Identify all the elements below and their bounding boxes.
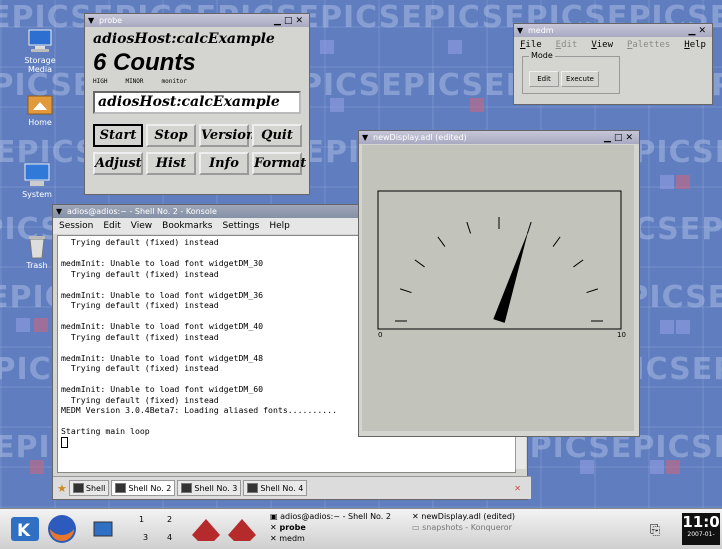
desktop-icon-system[interactable]: System [12, 162, 62, 199]
clipboard-icon[interactable]: ⎘ [650, 523, 660, 538]
version-button[interactable]: Version [199, 124, 255, 147]
menu-help[interactable]: Help [269, 218, 290, 234]
tab-shell[interactable]: Shell [68, 480, 110, 496]
meter-widget[interactable]: 0 10 [362, 145, 634, 431]
window-title: adios@adios:~ - Shell No. 2 - Konsole [67, 207, 217, 216]
clock[interactable]: 11:0 2007-01- [682, 513, 720, 545]
desktop-1: 1 [139, 515, 145, 524]
pv-value-display: 6 Counts [93, 49, 196, 76]
window-controls[interactable]: ▁□✕ [274, 15, 306, 28]
desktop-icon-label: System [22, 190, 52, 199]
terminal-line [61, 436, 512, 451]
home-icon[interactable] [92, 519, 114, 542]
home-folder-icon [25, 90, 55, 116]
menu-session[interactable]: Session [59, 218, 93, 234]
konsole-tabbar: ★ Shell Shell No. 2 Shell No. 3 Shell No… [53, 476, 531, 499]
taskbar: K 1 2 3 4 ▣ adios@adios:~ - Shell No. 2 … [0, 508, 722, 549]
desktop-4: 4 [167, 533, 173, 542]
task-konqueror[interactable]: ▭ snapshots - Konqueror [412, 523, 512, 533]
tab-shell-3[interactable]: Shell No. 3 [177, 480, 242, 496]
window-menu-icon[interactable]: ▼ [517, 24, 523, 37]
menu-palettes[interactable]: Palettes [627, 40, 670, 50]
newdisplay-window[interactable]: ▼ newDisplay.adl (edited) ▁□✕ 0 10 [358, 130, 640, 437]
display-canvas: 0 10 [362, 145, 634, 431]
mode-group: Mode Edit Execute [522, 51, 620, 94]
quit-button[interactable]: Quit [252, 124, 302, 147]
execute-mode-button[interactable]: Execute [561, 71, 599, 87]
new-session-icon[interactable]: ★ [57, 482, 67, 495]
desktop-icon-label: Home [28, 118, 52, 127]
probe-titlebar[interactable]: ▼ probe ▁□✕ [85, 14, 309, 27]
menu-help[interactable]: Help [684, 40, 706, 50]
meter-min-label: 0 [378, 331, 382, 339]
medm-window[interactable]: ▼ medm ▁✕ File Edit View Palettes Help M… [513, 23, 713, 105]
newdisplay-titlebar[interactable]: ▼ newDisplay.adl (edited) ▁□✕ [359, 131, 639, 144]
window-controls[interactable]: ▁✕ [689, 25, 709, 38]
task-medm[interactable]: ✕ medm [270, 534, 305, 544]
window-menu-icon[interactable]: ▼ [88, 14, 94, 27]
clock-time: 11:0 [682, 513, 720, 531]
window-menu-icon[interactable]: ▼ [362, 131, 368, 144]
menu-edit[interactable]: Edit [103, 218, 120, 234]
terminal-icon [115, 483, 127, 493]
desktop-icon-storage-media[interactable]: Storage Media [15, 28, 65, 74]
task-probe[interactable]: ✕ probe [270, 523, 306, 533]
x-icon: ✕ [270, 534, 280, 543]
hist-button[interactable]: Hist [146, 152, 196, 175]
desktop-icon-label: Storage Media [24, 56, 56, 74]
folder-icon: ▭ [412, 523, 423, 532]
stop-button[interactable]: Stop [146, 124, 196, 147]
menu-view[interactable]: View [131, 218, 152, 234]
edit-mode-button[interactable]: Edit [529, 71, 559, 87]
high-limit-label: HIGH [93, 78, 108, 85]
window-title: medm [528, 26, 554, 35]
svg-text:K: K [17, 521, 31, 541]
kde-menu-icon[interactable]: K [10, 515, 40, 546]
firefox-icon[interactable] [46, 513, 78, 548]
x-icon: ✕ [412, 512, 422, 521]
task-konsole[interactable]: ▣ adios@adios:~ - Shell No. 2 [270, 512, 391, 522]
terminal-icon [247, 483, 259, 493]
terminal-icon [72, 483, 84, 493]
desktop-icon-home[interactable]: Home [15, 90, 65, 127]
desktop-pager[interactable]: 1 2 3 4 [133, 511, 183, 547]
app-icon[interactable] [190, 515, 222, 544]
pv-name-input[interactable]: adiosHost:calcExample [93, 91, 301, 114]
desktop-2: 2 [167, 515, 173, 524]
desktop-3: 3 [143, 533, 149, 542]
trash-icon [22, 233, 52, 259]
menu-bookmarks[interactable]: Bookmarks [162, 218, 212, 234]
storage-media-icon [25, 28, 55, 54]
close-tab-icon[interactable]: ✕ [514, 484, 521, 493]
app-icon[interactable] [226, 515, 258, 544]
adjust-button[interactable]: Adjust [93, 152, 143, 175]
clock-date: 2007-01- [687, 531, 715, 538]
medm-titlebar[interactable]: ▼ medm ▁✕ [514, 24, 712, 37]
pv-name-label: adiosHost:calcExample [93, 31, 275, 47]
window-title: newDisplay.adl (edited) [373, 133, 467, 142]
terminal-icon [181, 483, 193, 493]
meter-max-label: 10 [617, 331, 626, 339]
monitor-label: monitor [161, 78, 187, 85]
menu-file[interactable]: File [520, 40, 542, 50]
terminal-cursor [61, 436, 68, 448]
menu-view[interactable]: View [591, 40, 613, 50]
terminal-icon: ▣ [270, 512, 281, 521]
window-title: probe [99, 16, 123, 25]
probe-window[interactable]: ▼ probe ▁□✕ adiosHost:calcExample 6 Coun… [84, 13, 310, 195]
x-icon: ✕ [270, 523, 280, 532]
menu-settings[interactable]: Settings [222, 218, 259, 234]
window-menu-icon[interactable]: ▼ [56, 205, 62, 218]
menu-edit[interactable]: Edit [556, 40, 578, 50]
task-newdisplay[interactable]: ✕ newDisplay.adl (edited) [412, 512, 515, 522]
tab-shell-4[interactable]: Shell No. 4 [243, 480, 308, 496]
info-button[interactable]: Info [199, 152, 249, 175]
computer-icon [22, 162, 52, 188]
start-button[interactable]: Start [93, 124, 143, 147]
minor-limit-label: MINOR [125, 78, 144, 85]
mode-label: Mode [529, 51, 555, 60]
tab-shell-2[interactable]: Shell No. 2 [111, 480, 176, 496]
format-button[interactable]: Format [252, 152, 306, 175]
window-controls[interactable]: ▁□✕ [604, 132, 636, 145]
